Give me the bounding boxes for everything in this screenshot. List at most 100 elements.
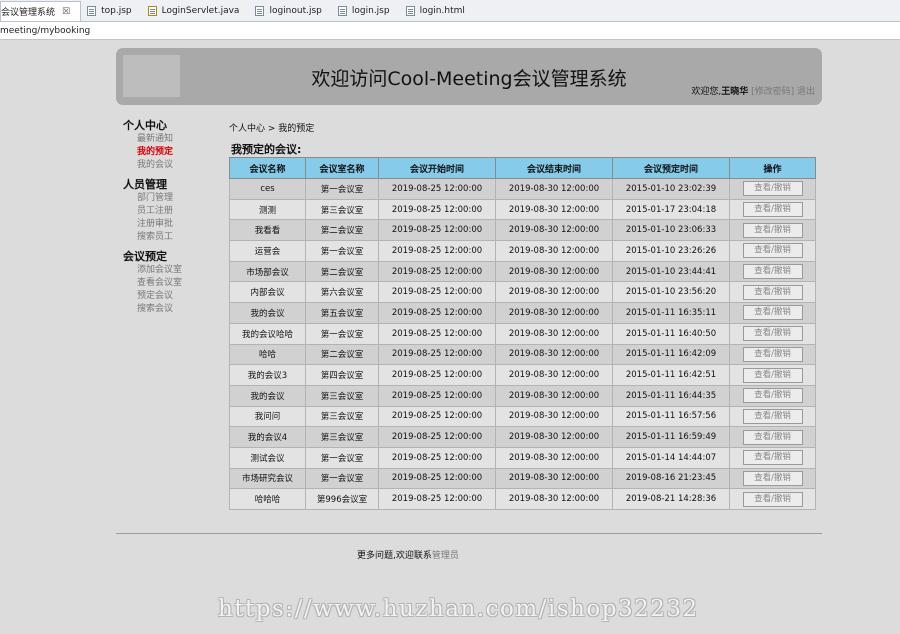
table-cell: 第一会议室	[305, 240, 379, 262]
table-cell: 2015-01-11 16:40:50	[612, 322, 730, 345]
table-header-row: 会议名称 会议室名称 会议开始时间 会议结束时间 会议预定时间 操作	[229, 157, 816, 179]
table-cell: 2019-08-30 12:00:00	[495, 260, 613, 283]
view-cancel-button[interactable]: 查看/撤销	[742, 264, 803, 280]
view-cancel-button[interactable]: 查看/撤销	[742, 367, 803, 383]
watermark: https://www.huzhan.com/ishop32232	[218, 596, 699, 622]
view-cancel-button[interactable]: 查看/撤销	[742, 408, 803, 424]
table-cell: 测试会议	[229, 446, 306, 469]
nav-item-view-rooms[interactable]: 查看会议室	[123, 277, 223, 290]
table-row: 我的会议 第五会议室 2019-08-25 12:00:00 2019-08-30 1…	[229, 302, 816, 324]
view-cancel-button[interactable]: 查看/撤销	[742, 326, 803, 342]
table-cell: 2019-08-30 12:00:00	[495, 240, 613, 262]
table-body: ces 第一会议室 2019-08-25 12:00:00 2019-08-30 12…	[229, 178, 816, 510]
nav-group-staff: 人员管理	[123, 178, 167, 191]
column-header: 会议预定时间	[612, 157, 730, 179]
table-row: ces 第一会议室 2019-08-25 12:00:00 2019-08-30 12…	[229, 178, 816, 200]
view-cancel-button[interactable]: 查看/撤销	[742, 346, 803, 362]
table-cell: 2019-08-30 12:00:00	[495, 219, 613, 242]
table-cell: 我的会议	[229, 302, 306, 324]
table-cell: 2019-08-30 12:00:00	[495, 364, 613, 386]
editor-tab-label: login.html	[419, 6, 465, 16]
welcome-text: 欢迎您,	[691, 87, 722, 97]
table-cell-action: 查看/撤销	[729, 198, 816, 221]
table-cell-action: 查看/撤销	[729, 426, 816, 448]
view-cancel-button[interactable]: 查看/撤销	[742, 305, 803, 321]
table-cell: 我问问	[229, 405, 306, 428]
view-cancel-button[interactable]: 查看/撤销	[742, 388, 803, 404]
table-row: 哈哈 第二会议室 2019-08-25 12:00:00 2019-08-30 12:…	[229, 343, 816, 366]
nav-item-register[interactable]: 员工注册	[123, 205, 223, 218]
table-cell: 我的会议	[229, 384, 306, 407]
close-icon[interactable]: ☒	[62, 7, 70, 17]
editor-tab-top-jsp[interactable]: top.jsp	[81, 1, 142, 21]
nav-item-latest-notice[interactable]: 最新通知	[123, 133, 223, 146]
breadcrumb: 个人中心 > 我的预定	[229, 124, 315, 134]
editor-tab-label: LoginServlet.java	[161, 6, 240, 16]
nav-item-search-staff[interactable]: 搜索员工	[123, 231, 223, 244]
table-cell: 2019-08-25 12:00:00	[378, 322, 496, 345]
nav-item-my-meetings[interactable]: 我的会议	[123, 159, 223, 172]
view-cancel-button[interactable]: 查看/撤销	[742, 470, 803, 486]
view-cancel-button[interactable]: 查看/撤销	[742, 181, 803, 197]
nav-item-add-room[interactable]: 添加会议室	[123, 264, 223, 277]
table-cell: 第一会议室	[305, 178, 379, 200]
editor-tab-active[interactable]: 会议管理系统 ☒	[0, 1, 82, 21]
table-row: 我的会议3 第四会议室 2019-08-25 12:00:00 2019-08-30 …	[229, 364, 816, 386]
table-cell: 2015-01-11 16:57:56	[612, 405, 730, 428]
table-cell: 第二会议室	[305, 219, 379, 242]
editor-tab-loginservlet[interactable]: LoginServlet.java	[142, 1, 250, 21]
table-cell: 2019-08-25 12:00:00	[378, 281, 496, 304]
view-cancel-button[interactable]: 查看/撤销	[742, 284, 803, 300]
table-cell: 2019-08-30 12:00:00	[495, 281, 613, 304]
editor-tab-loginout-jsp[interactable]: loginout.jsp	[249, 1, 331, 21]
view-cancel-button[interactable]: 查看/撤销	[742, 491, 803, 507]
table-cell: 2019-08-25 12:00:00	[378, 426, 496, 448]
table-row: 测测 第三会议室 2019-08-25 12:00:00 2019-08-30 12:…	[229, 198, 816, 221]
sidebar-nav: 个人中心 最新通知 我的预定 我的会议 人员管理 部门管理 员工注册 注册审批 …	[123, 118, 223, 316]
editor-tab-label: top.jsp	[101, 6, 132, 16]
table-cell: 第二会议室	[305, 343, 379, 366]
editor-tab-login-jsp[interactable]: login.jsp	[332, 1, 400, 21]
view-cancel-button[interactable]: 查看/撤销	[742, 222, 803, 238]
file-icon	[255, 6, 265, 16]
table-cell: 2019-08-25 12:00:00	[378, 405, 496, 428]
table-cell: 2015-01-14 14:44:07	[612, 446, 730, 469]
table-cell: 第三会议室	[305, 384, 379, 407]
nav-item-book-meeting[interactable]: 预定会议	[123, 290, 223, 303]
column-header: 会议名称	[229, 157, 306, 179]
table-cell: 我的会议哈哈	[229, 322, 306, 345]
editor-tab-label: login.jsp	[351, 6, 390, 16]
table-cell-action: 查看/撤销	[729, 260, 816, 283]
view-cancel-button[interactable]: 查看/撤销	[742, 202, 803, 218]
table-cell-action: 查看/撤销	[729, 364, 816, 386]
change-password-link[interactable]: [修改密码]	[751, 87, 794, 97]
nav-item-my-booking[interactable]: 我的预定	[123, 146, 223, 159]
url-bar[interactable]: meeting/mybooking	[0, 22, 900, 40]
logout-link[interactable]: 退出	[797, 87, 815, 97]
table-cell: 2015-01-11 16:42:51	[612, 364, 730, 386]
nav-item-search-meeting[interactable]: 搜索会议	[123, 303, 223, 316]
table-row: 市场研究会议 第一会议室 2019-08-25 12:00:00 2019-08-30…	[229, 467, 816, 490]
table-cell: 我的会议3	[229, 364, 306, 386]
table-cell: 我看看	[229, 219, 306, 242]
view-cancel-button[interactable]: 查看/撤销	[742, 450, 803, 466]
nav-item-department[interactable]: 部门管理	[123, 192, 223, 205]
table-cell: 2019-08-25 12:00:00	[378, 240, 496, 262]
table-cell: 2015-01-10 23:06:33	[612, 219, 730, 242]
footer-text: 更多问题,欢迎联系	[357, 551, 432, 561]
view-cancel-button[interactable]: 查看/撤销	[742, 243, 803, 259]
editor-tab-bar: 会议管理系统 ☒ top.jsp LoginServlet.java login…	[0, 0, 900, 22]
table-cell: 2015-01-10 23:02:39	[612, 178, 730, 200]
table-cell: 2019-08-25 12:00:00	[378, 467, 496, 490]
view-cancel-button[interactable]: 查看/撤销	[742, 429, 803, 445]
table-cell-action: 查看/撤销	[729, 322, 816, 345]
table-cell: 第996会议室	[305, 488, 379, 510]
table-cell: 2019-08-30 12:00:00	[495, 343, 613, 366]
contact-admin-link[interactable]: 管理员	[432, 551, 459, 561]
nav-item-approval[interactable]: 注册审批	[123, 218, 223, 231]
table-cell: 2015-01-10 23:44:41	[612, 260, 730, 283]
file-icon	[337, 6, 347, 16]
table-cell: 2019-08-30 12:00:00	[495, 488, 613, 510]
editor-tab-login-html[interactable]: login.html	[400, 1, 475, 21]
table-cell: 2019-08-25 12:00:00	[378, 488, 496, 510]
